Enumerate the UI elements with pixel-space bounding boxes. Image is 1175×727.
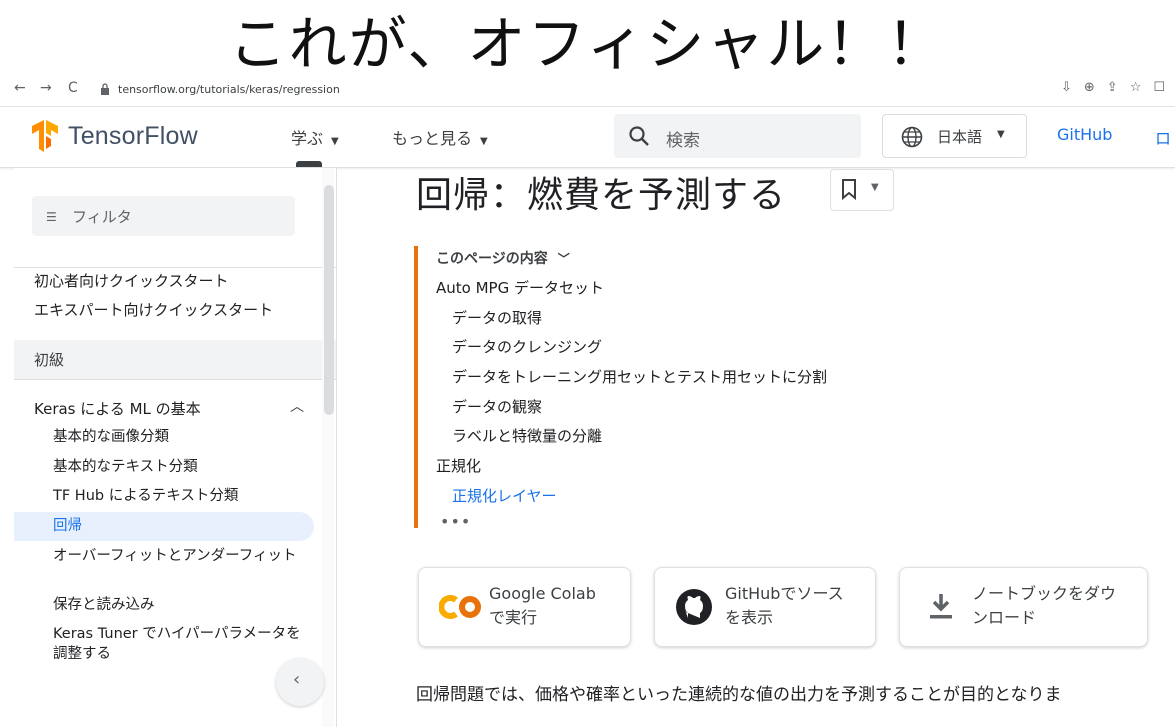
address-bar[interactable]: tensorflow.org/tutorials/keras/regressio… <box>118 83 340 96</box>
toc-heading-label: このページの内容 <box>436 251 548 267</box>
github-card-line1: GitHubでソース <box>725 584 844 603</box>
sidebar-item-beginner-quickstart[interactable]: 初心者向けクイックスタート <box>34 270 229 291</box>
chevron-up-icon[interactable]: ︿ <box>290 396 304 416</box>
sidebar-item-expert-quickstart[interactable]: エキスパート向けクイックスタート <box>34 299 273 320</box>
nav-more[interactable]: もっと見る ▼ <box>392 125 488 149</box>
colab-card[interactable]: Google Colab で実行 <box>418 567 631 647</box>
collapse-sidebar-button[interactable]: ‹ <box>276 658 324 706</box>
toc-item[interactable]: ラベルと特徴量の分離 <box>452 425 602 446</box>
install-icon[interactable]: ⇩ <box>1061 80 1072 95</box>
logo-text: TensorFlow <box>68 121 198 150</box>
download-icon <box>930 594 952 619</box>
github-card[interactable]: GitHubでソース を表示 <box>654 567 876 647</box>
tensorflow-logo-icon <box>32 120 58 152</box>
chevron-down-icon: ﹀ <box>557 252 570 266</box>
sidebar-item-keras-tuner[interactable]: Keras Tuner でハイパーパラメータを調整する <box>53 624 308 664</box>
sidebar-section-keras[interactable]: Keras による ML の基本 <box>34 398 201 419</box>
sidebar-item-overfit[interactable]: オーバーフィットとアンダーフィット <box>53 546 303 566</box>
zoom-icon[interactable]: ⊕ <box>1084 80 1095 95</box>
search-placeholder: 検索 <box>666 131 700 151</box>
caret-down-icon: ▼ <box>871 182 879 193</box>
toc-item[interactable]: データの観察 <box>452 396 542 417</box>
sidebar-divider <box>14 267 336 268</box>
download-card-line1: ノートブックをダウ <box>972 584 1117 603</box>
language-select[interactable]: 日本語 ▼ <box>882 114 1027 158</box>
colab-card-line2: で実行 <box>489 608 538 627</box>
globe-icon <box>901 126 923 148</box>
active-nav-indicator <box>296 161 322 167</box>
sidebar-divider <box>14 379 336 380</box>
search-icon <box>629 126 649 146</box>
tensorflow-logo[interactable]: TensorFlow <box>30 120 198 152</box>
toc-accent-bar <box>414 246 418 528</box>
share-icon[interactable]: ⇪ <box>1107 80 1118 95</box>
colab-icon <box>439 595 481 619</box>
toc-item[interactable]: 正規化 <box>436 455 481 476</box>
language-label: 日本語 <box>937 128 983 146</box>
toc-item[interactable]: Auto MPG データセット <box>436 277 604 298</box>
sidebar: ☰ フィルタ 初心者向けクイックスタート エキスパート向けクイックスタート 初級… <box>14 168 337 727</box>
sidebar-item-save-load[interactable]: 保存と読み込み <box>53 595 155 615</box>
caret-down-icon: ▼ <box>480 136 488 147</box>
caret-down-icon: ▼ <box>331 136 339 147</box>
site-header: TensorFlow 学ぶ ▼ もっと見る ▼ 検索 日本語 ▼ GitHub ロ <box>0 107 1175 168</box>
bookmark-button[interactable]: ▼ <box>830 169 894 211</box>
search-box[interactable]: 検索 <box>614 114 861 158</box>
sidebar-item-tfhub-text[interactable]: TF Hub によるテキスト分類 <box>53 486 238 506</box>
toc-heading[interactable]: このページの内容 ﹀ <box>436 248 570 268</box>
toc-item[interactable]: データのクレンジング <box>452 336 602 357</box>
bookmark-icon <box>842 179 856 200</box>
forward-button[interactable]: → <box>40 80 52 96</box>
github-icon <box>676 589 712 625</box>
sidebar-item-text-classification[interactable]: 基本的なテキスト分類 <box>53 457 198 477</box>
back-button[interactable]: ← <box>14 80 26 96</box>
filter-icon: ☰ <box>46 210 57 224</box>
chevron-left-icon: ‹ <box>293 669 301 690</box>
filter-input[interactable]: ☰ フィルタ <box>32 196 295 236</box>
github-link[interactable]: GitHub <box>1057 125 1112 144</box>
download-card-line2: ンロード <box>972 608 1037 627</box>
download-card[interactable]: ノートブックをダウ ンロード <box>899 567 1148 647</box>
browser-actions: ⇩ ⊕ ⇪ ☆ ☐ <box>1061 80 1165 95</box>
reload-button[interactable]: C <box>68 80 78 96</box>
page-title: 回帰：燃費を予測する <box>416 175 787 216</box>
toc-item[interactable]: データの取得 <box>452 307 542 328</box>
toc-more[interactable]: ••• <box>440 512 471 531</box>
intro-paragraph: 回帰問題では、価格や確率といった連続的な値の出力を予測することが目的となりま <box>416 685 1062 705</box>
star-icon[interactable]: ☆ <box>1130 80 1142 95</box>
nav-more-label: もっと見る <box>392 129 473 148</box>
toc-item[interactable]: データをトレーニング用セットとテスト用セットに分割 <box>452 366 827 387</box>
sidebar-scroll-thumb[interactable] <box>324 185 334 415</box>
overlay-caption: これが、オフィシャル！！ <box>228 10 947 78</box>
login-link[interactable]: ロ <box>1155 125 1171 149</box>
lock-icon <box>101 83 109 95</box>
github-card-line2: を表示 <box>725 608 774 627</box>
colab-card-line1: Google Colab <box>489 584 596 603</box>
sidebar-item-regression[interactable]: 回帰 <box>53 516 82 536</box>
nav-learn-label: 学ぶ <box>291 129 324 148</box>
nav-learn[interactable]: 学ぶ ▼ <box>291 125 339 149</box>
window-icon[interactable]: ☐ <box>1153 80 1165 95</box>
caret-down-icon: ▼ <box>997 129 1005 140</box>
filter-placeholder: フィルタ <box>72 208 132 226</box>
toc-item-active[interactable]: 正規化レイヤー <box>452 485 557 506</box>
sidebar-item-image-classification[interactable]: 基本的な画像分類 <box>53 427 169 447</box>
sidebar-section-beginner[interactable]: 初級 <box>34 349 64 370</box>
